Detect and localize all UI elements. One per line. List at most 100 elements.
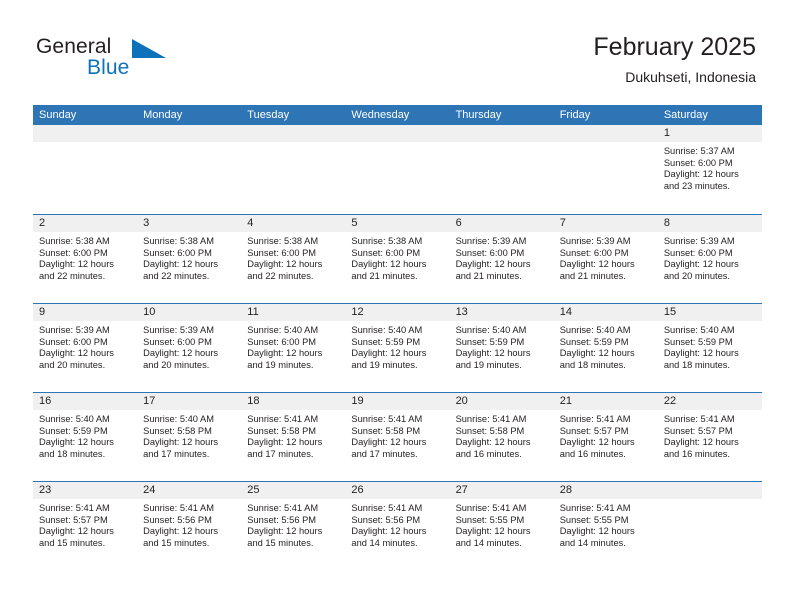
sunrise-text: Sunrise: 5:41 AM	[455, 414, 527, 424]
sunrise-text: Sunrise: 5:41 AM	[247, 503, 319, 513]
sunset-text: Sunset: 5:57 PM	[559, 425, 629, 436]
calendar-day-cell[interactable]: 20 Sunrise: 5:41 AM Sunset: 5:58 PM Dayligh…	[449, 393, 554, 481]
calendar-day-cell-empty	[33, 125, 138, 214]
calendar-day-cell[interactable]: 25 Sunrise: 5:41 AM Sunset: 5:56 PM Dayligh…	[241, 482, 346, 570]
sunrise-text: Sunrise: 5:41 AM	[559, 503, 631, 513]
calendar-day-cell[interactable]: 8 Sunrise: 5:39 AM Sunset: 6:00 PM Daylight…	[657, 215, 762, 303]
calendar-day-cell[interactable]: 5 Sunrise: 5:38 AM Sunset: 6:00 PM Daylight…	[345, 215, 450, 303]
calendar-day-cell[interactable]: 16 Sunrise: 5:40 AM Sunset: 5:59 PM Dayligh…	[33, 393, 138, 481]
sunrise-text: Sunrise: 5:41 AM	[247, 414, 319, 424]
day-details: Sunrise: 5:38 AM Sunset: 6:00 PM Daylight:…	[345, 232, 449, 282]
sunrise-text: Sunrise: 5:39 AM	[663, 236, 735, 246]
sunset-text: Sunset: 5:55 PM	[455, 514, 525, 525]
sunset-text: Sunset: 6:00 PM	[559, 247, 629, 258]
day-details: Sunrise: 5:39 AM Sunset: 6:00 PM Daylight:…	[33, 321, 137, 371]
date-number: 17	[143, 395, 156, 407]
calendar-day-cell[interactable]: 10 Sunrise: 5:39 AM Sunset: 6:00 PM Dayligh…	[137, 304, 242, 392]
day-details: Sunrise: 5:40 AM Sunset: 5:59 PM Daylight:…	[554, 321, 658, 371]
date-band: 27	[449, 482, 554, 499]
calendar-day-cell[interactable]: 7 Sunrise: 5:39 AM Sunset: 6:00 PM Daylight…	[553, 215, 658, 303]
calendar-day-cell[interactable]: 14 Sunrise: 5:40 AM Sunset: 5:59 PM Dayligh…	[553, 304, 658, 392]
day-details: Sunrise: 5:40 AM Sunset: 5:59 PM Daylight:…	[33, 410, 137, 460]
day-details: Sunrise: 5:41 AM Sunset: 5:55 PM Daylight:…	[450, 499, 554, 549]
daylight-text: Daylight: 12 hours and 19 minutes.	[351, 348, 427, 370]
calendar-week-row: 9 Sunrise: 5:39 AM Sunset: 6:00 PM Daylight…	[33, 303, 762, 392]
calendar-day-cell[interactable]: 11 Sunrise: 5:40 AM Sunset: 6:00 PM Dayligh…	[241, 304, 346, 392]
day-details: Sunrise: 5:41 AM Sunset: 5:58 PM Daylight:…	[345, 410, 449, 460]
brand-name-blue: Blue	[87, 56, 130, 79]
date-number: 22	[663, 395, 677, 407]
calendar-day-cell[interactable]: 27 Sunrise: 5:41 AM Sunset: 5:55 PM Dayligh…	[449, 482, 554, 570]
calendar-day-cell[interactable]: 24 Sunrise: 5:41 AM Sunset: 5:56 PM Dayligh…	[137, 482, 242, 570]
daylight-text: Daylight: 12 hours and 14 minutes.	[455, 526, 531, 548]
date-number: 6	[455, 217, 462, 229]
sunrise-text: Sunrise: 5:38 AM	[247, 236, 319, 246]
sunset-text: Sunset: 5:59 PM	[559, 336, 629, 347]
sunrise-text: Sunrise: 5:38 AM	[143, 236, 214, 246]
calendar-day-cell[interactable]: 6 Sunrise: 5:39 AM Sunset: 6:00 PM Daylight…	[449, 215, 554, 303]
sunset-text: Sunset: 5:59 PM	[351, 336, 421, 347]
calendar-day-cell[interactable]: 18 Sunrise: 5:41 AM Sunset: 5:58 PM Dayligh…	[241, 393, 346, 481]
daylight-text: Daylight: 12 hours and 21 minutes.	[559, 259, 635, 281]
sunrise-text: Sunrise: 5:41 AM	[351, 414, 423, 424]
calendar-day-cell-empty	[553, 125, 658, 214]
sunrise-text: Sunrise: 5:41 AM	[455, 503, 527, 513]
calendar-day-cell[interactable]: 15 Sunrise: 5:40 AM Sunset: 5:59 PM Dayligh…	[657, 304, 762, 392]
sunset-text: Sunset: 5:56 PM	[351, 514, 421, 525]
calendar-day-cell[interactable]: 3 Sunrise: 5:38 AM Sunset: 6:00 PM Daylight…	[137, 215, 242, 303]
sunset-text: Sunset: 5:58 PM	[351, 425, 421, 436]
calendar-day-cell[interactable]: 13 Sunrise: 5:40 AM Sunset: 5:59 PM Dayligh…	[449, 304, 554, 392]
triangle-flag-icon	[132, 39, 166, 58]
date-band: 14	[553, 304, 658, 321]
calendar-day-cell[interactable]: 1 Sunrise: 5:37 AM Sunset: 6:00 PM Daylight…	[657, 125, 762, 214]
calendar-day-cell[interactable]: 2 Sunrise: 5:38 AM Sunset: 6:00 PM Daylight…	[33, 215, 138, 303]
date-band: 12	[345, 304, 450, 321]
weekday-header-monday: Monday	[143, 109, 183, 121]
daylight-text: Daylight: 12 hours and 15 minutes.	[39, 526, 114, 548]
day-details: Sunrise: 5:38 AM Sunset: 6:00 PM Daylight:…	[137, 232, 241, 282]
date-number: 8	[663, 217, 670, 229]
sunrise-text: Sunrise: 5:40 AM	[247, 325, 319, 335]
sunset-text: Sunset: 6:00 PM	[663, 247, 733, 258]
calendar-day-cell[interactable]: 26 Sunrise: 5:41 AM Sunset: 5:56 PM Dayligh…	[345, 482, 450, 570]
sunrise-text: Sunrise: 5:40 AM	[143, 414, 214, 424]
daylight-text: Daylight: 12 hours and 22 minutes.	[143, 259, 219, 281]
weekday-header-saturday: Saturday	[663, 109, 708, 121]
day-details: Sunrise: 5:41 AM Sunset: 5:56 PM Daylight:…	[345, 499, 449, 549]
date-band: 10	[137, 304, 242, 321]
day-details: Sunrise: 5:39 AM Sunset: 6:00 PM Daylight:…	[554, 232, 658, 282]
sunset-text: Sunset: 5:59 PM	[455, 336, 525, 347]
calendar-day-cell-empty	[241, 125, 346, 214]
weekday-header-thursday: Thursday	[455, 109, 502, 121]
sunrise-text: Sunrise: 5:40 AM	[455, 325, 527, 335]
calendar-day-cell-empty	[449, 125, 554, 214]
calendar-day-cell[interactable]: 19 Sunrise: 5:41 AM Sunset: 5:58 PM Dayligh…	[345, 393, 450, 481]
date-number: 23	[39, 484, 52, 496]
calendar-day-cell[interactable]: 17 Sunrise: 5:40 AM Sunset: 5:58 PM Dayligh…	[137, 393, 242, 481]
date-number: 13	[455, 306, 468, 318]
date-band: 2	[33, 215, 138, 232]
calendar-day-cell[interactable]: 12 Sunrise: 5:40 AM Sunset: 5:59 PM Dayligh…	[345, 304, 450, 392]
calendar-day-cell[interactable]: 22 Sunrise: 5:41 AM Sunset: 5:57 PM Dayligh…	[657, 393, 762, 481]
date-band	[241, 125, 346, 142]
calendar-weeks: 1 Sunrise: 5:37 AM Sunset: 6:00 PM Daylight…	[33, 125, 762, 570]
brand-logo[interactable]: General Blue	[36, 36, 236, 88]
date-band: 17	[137, 393, 242, 410]
sunset-text: Sunset: 5:58 PM	[247, 425, 317, 436]
sunset-text: Sunset: 6:00 PM	[455, 247, 525, 258]
date-number: 2	[39, 217, 46, 229]
calendar-day-cell[interactable]: 28 Sunrise: 5:41 AM Sunset: 5:55 PM Dayligh…	[553, 482, 658, 570]
calendar-day-cell[interactable]: 9 Sunrise: 5:39 AM Sunset: 6:00 PM Daylight…	[33, 304, 138, 392]
daylight-text: Daylight: 12 hours and 20 minutes.	[39, 348, 114, 370]
sunrise-text: Sunrise: 5:39 AM	[559, 236, 631, 246]
date-band: 6	[449, 215, 554, 232]
calendar-day-cell-empty	[657, 482, 762, 570]
date-number: 3	[143, 217, 150, 229]
calendar-week-row: 23 Sunrise: 5:41 AM Sunset: 5:57 PM Dayligh…	[33, 481, 762, 570]
calendar-day-cell[interactable]: 23 Sunrise: 5:41 AM Sunset: 5:57 PM Dayligh…	[33, 482, 138, 570]
day-details: Sunrise: 5:41 AM Sunset: 5:55 PM Daylight:…	[554, 499, 658, 549]
date-band	[657, 482, 762, 499]
calendar-day-cell[interactable]: 21 Sunrise: 5:41 AM Sunset: 5:57 PM Dayligh…	[553, 393, 658, 481]
sunset-text: Sunset: 5:58 PM	[143, 425, 212, 436]
calendar-day-cell[interactable]: 4 Sunrise: 5:38 AM Sunset: 6:00 PM Daylight…	[241, 215, 346, 303]
